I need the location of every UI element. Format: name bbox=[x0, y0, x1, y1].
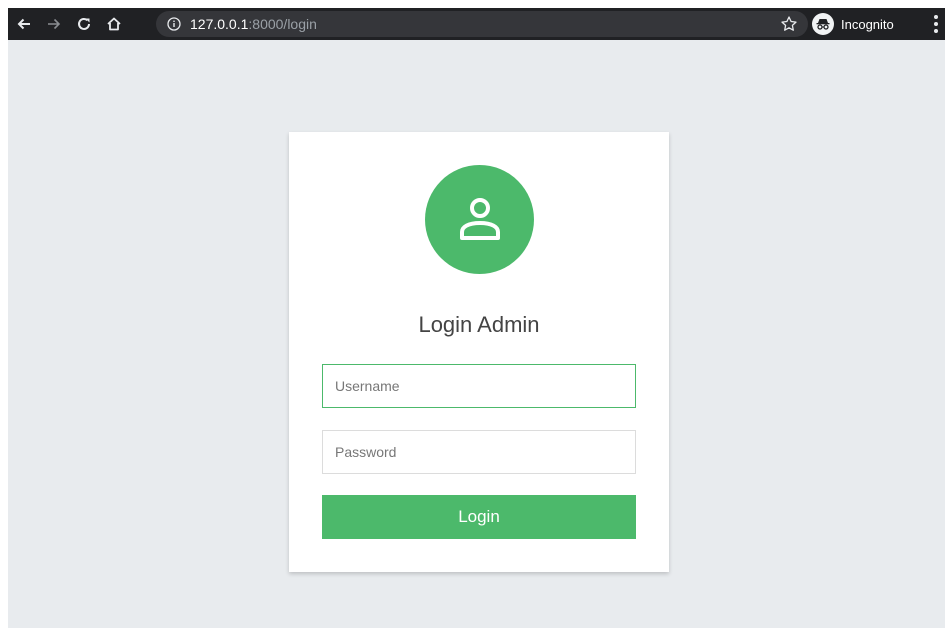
star-icon[interactable] bbox=[780, 15, 798, 33]
kebab-menu-icon[interactable] bbox=[933, 15, 939, 33]
address-url[interactable]: 127.0.0.1:8000/login bbox=[190, 16, 317, 32]
username-input[interactable] bbox=[322, 364, 636, 408]
incognito-label: Incognito bbox=[841, 16, 894, 32]
incognito-icon bbox=[812, 13, 834, 35]
page-title: Login Admin bbox=[418, 312, 540, 337]
home-button[interactable] bbox=[100, 10, 128, 38]
url-host: 127.0.0.1 bbox=[190, 16, 249, 32]
login-button[interactable]: Login bbox=[322, 495, 636, 539]
arrow-right-icon bbox=[48, 18, 61, 30]
info-icon[interactable] bbox=[166, 16, 182, 32]
menu-dot bbox=[934, 29, 938, 33]
url-path: :8000/login bbox=[248, 16, 317, 32]
menu-dot bbox=[934, 15, 938, 19]
address-bar[interactable]: 127.0.0.1:8000/login bbox=[156, 11, 808, 37]
reload-button[interactable] bbox=[70, 10, 98, 38]
user-icon bbox=[459, 197, 500, 240]
login-card: Login Admin Login bbox=[289, 132, 669, 572]
back-button[interactable] bbox=[10, 10, 38, 38]
menu-dot bbox=[934, 22, 938, 26]
incognito-indicator[interactable]: Incognito bbox=[810, 11, 910, 37]
browser-window: 127.0.0.1:8000/login Incognito Login Adm… bbox=[8, 8, 945, 628]
avatar bbox=[425, 165, 534, 274]
browser-toolbar: 127.0.0.1:8000/login Incognito bbox=[8, 8, 945, 40]
home-icon bbox=[107, 17, 121, 31]
arrow-left-icon bbox=[17, 18, 30, 30]
password-input[interactable] bbox=[322, 430, 636, 474]
forward-button[interactable] bbox=[40, 10, 68, 38]
reload-icon bbox=[78, 17, 90, 30]
